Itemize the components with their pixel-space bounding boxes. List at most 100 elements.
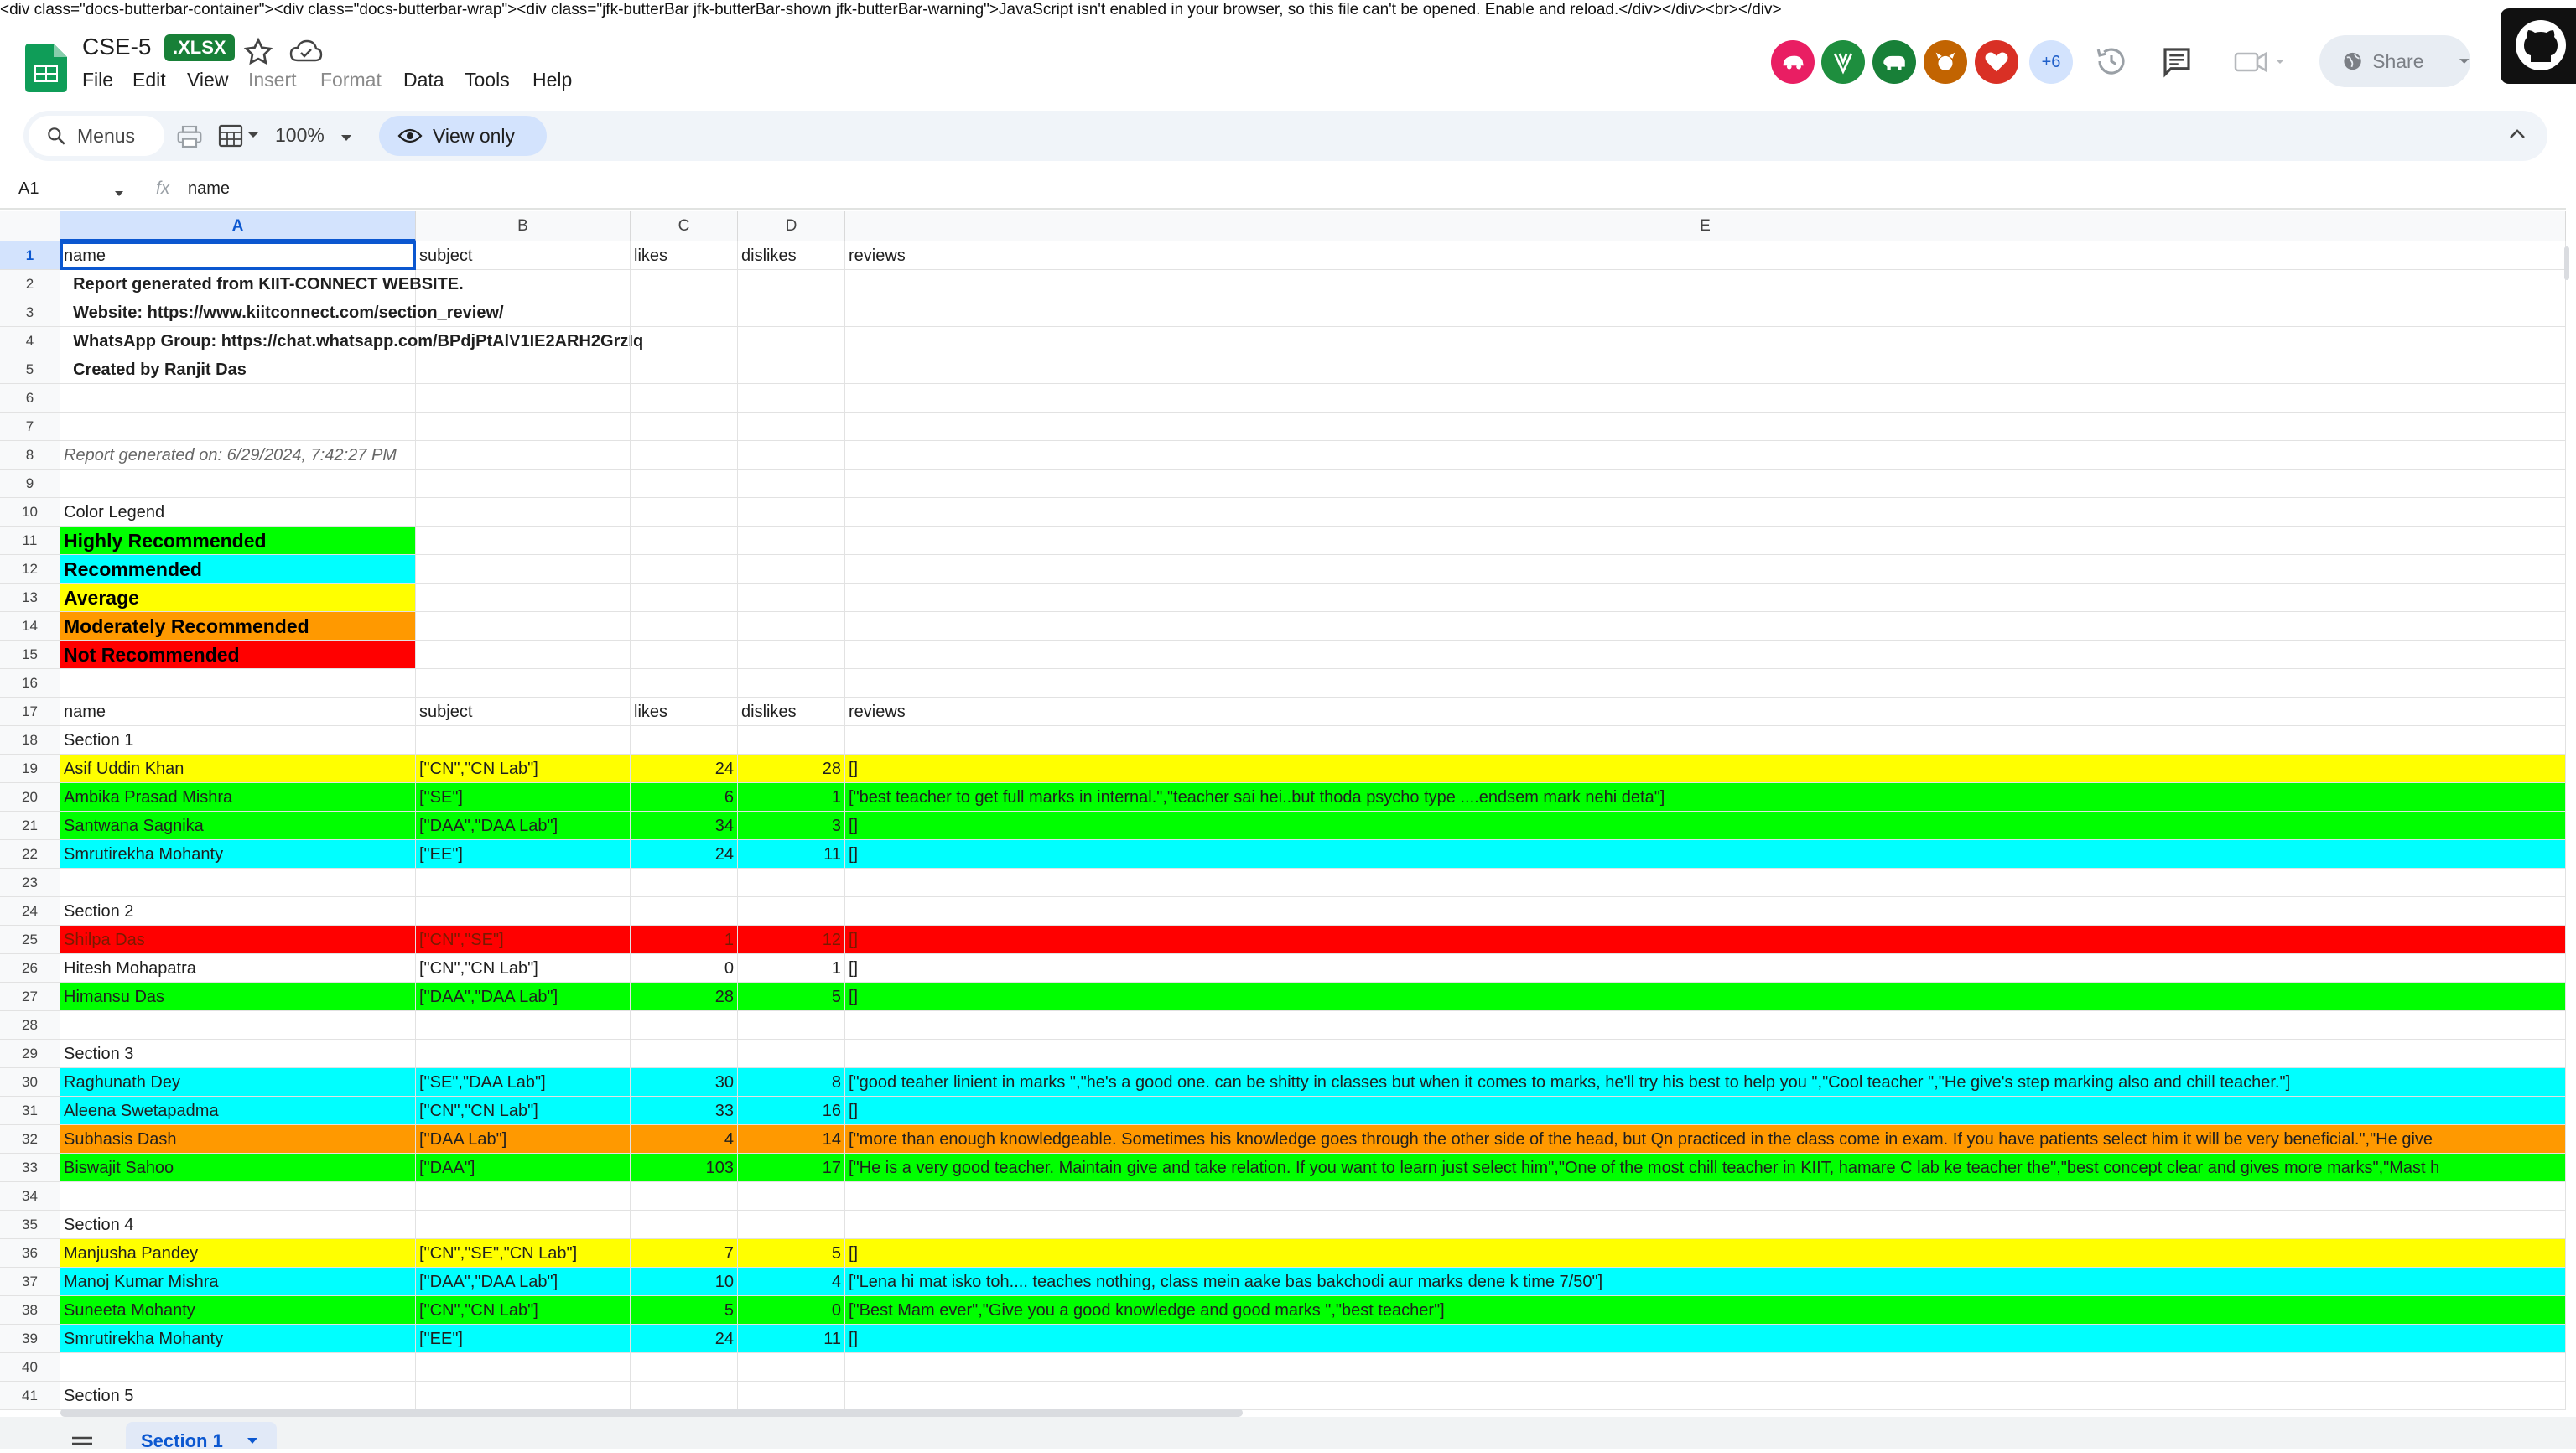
row-header[interactable]: 6 [0, 384, 60, 413]
cell-a[interactable]: Shilpa Das [60, 926, 416, 954]
cell-b[interactable] [416, 612, 631, 641]
cell-e[interactable]: ["Best Mam ever","Give you a good knowle… [845, 1296, 2566, 1325]
row-header[interactable]: 8 [0, 441, 60, 470]
row-header[interactable]: 3 [0, 298, 60, 327]
cell-b[interactable] [416, 1182, 631, 1211]
cell-e[interactable]: reviews [845, 698, 2566, 726]
cell-b[interactable]: ["DAA"] [416, 1154, 631, 1182]
cell-c[interactable] [631, 441, 738, 470]
name-box[interactable]: A1 [18, 179, 39, 199]
zoom-select[interactable]: 100% [275, 124, 325, 147]
cell-a[interactable] [60, 413, 416, 441]
column-header-c[interactable]: C [631, 211, 738, 241]
cell-e[interactable]: [] [845, 926, 2566, 954]
cell-d[interactable] [738, 498, 845, 527]
cell-d[interactable]: 5 [738, 983, 845, 1011]
cell-c[interactable] [631, 869, 738, 897]
cell-e[interactable] [845, 555, 2566, 584]
cell-d[interactable]: 14 [738, 1125, 845, 1154]
cell-d[interactable]: 1 [738, 783, 845, 812]
cell-a[interactable]: Subhasis Dash [60, 1125, 416, 1154]
cell-c[interactable]: 4 [631, 1125, 738, 1154]
cell-d[interactable]: 8 [738, 1068, 845, 1097]
cell-e[interactable]: ["more than enough knowledgeable. Someti… [845, 1125, 2566, 1154]
row-header[interactable]: 41 [0, 1382, 60, 1410]
more-collaborators-badge[interactable]: +6 [2029, 40, 2073, 84]
cell-e[interactable]: [] [845, 1239, 2566, 1268]
vertical-scrollbar[interactable] [2563, 243, 2571, 1409]
row-header[interactable]: 37 [0, 1268, 60, 1296]
cell-c[interactable] [631, 527, 738, 555]
cell-e[interactable]: ["best teacher to get full marks in inte… [845, 783, 2566, 812]
cell-a[interactable]: Ambika Prasad Mishra [60, 783, 416, 812]
row-header[interactable]: 21 [0, 812, 60, 840]
row-header[interactable]: 36 [0, 1239, 60, 1268]
cell-c[interactable] [631, 1353, 738, 1382]
collaborator-avatar[interactable] [1975, 40, 2018, 84]
share-button[interactable]: Share [2319, 35, 2470, 87]
cell-b[interactable] [416, 641, 631, 669]
row-header[interactable]: 4 [0, 327, 60, 355]
cell-b[interactable]: ["CN","CN Lab"] [416, 755, 631, 783]
cell-e[interactable] [845, 413, 2566, 441]
cell-e[interactable] [845, 897, 2566, 926]
collaborator-avatar[interactable] [1821, 40, 1865, 84]
cell-e[interactable] [845, 1353, 2566, 1382]
cell-a[interactable]: Highly Recommended [60, 527, 416, 555]
all-sheets-menu-icon[interactable] [70, 1435, 94, 1449]
cell-c[interactable]: 24 [631, 1325, 738, 1353]
cell-e[interactable] [845, 726, 2566, 755]
cell-e[interactable] [845, 869, 2566, 897]
row-header[interactable]: 5 [0, 355, 60, 384]
cell-c[interactable]: 28 [631, 983, 738, 1011]
cell-e[interactable] [845, 527, 2566, 555]
row-header[interactable]: 23 [0, 869, 60, 897]
cell-c[interactable] [631, 555, 738, 584]
cell-e[interactable] [845, 1182, 2566, 1211]
cell-d[interactable]: dislikes [738, 241, 845, 270]
sheet-tab-section-1[interactable]: Section 1 [126, 1422, 277, 1451]
cell-c[interactable] [631, 1382, 738, 1410]
cell-b[interactable] [416, 1011, 631, 1040]
row-header[interactable]: 35 [0, 1211, 60, 1239]
cell-d[interactable] [738, 327, 845, 355]
cell-a[interactable]: Section 2 [60, 897, 416, 926]
cell-a[interactable]: Manjusha Pandey [60, 1239, 416, 1268]
cell-b[interactable] [416, 298, 631, 327]
cell-e[interactable] [845, 298, 2566, 327]
cell-e[interactable]: ["good teaher linient in marks ","he's a… [845, 1068, 2566, 1097]
cell-c[interactable]: 24 [631, 755, 738, 783]
cell-b[interactable]: ["CN","CN Lab"] [416, 954, 631, 983]
row-header[interactable]: 24 [0, 897, 60, 926]
row-header[interactable]: 13 [0, 584, 60, 612]
menu-help[interactable]: Help [532, 69, 572, 91]
cell-a[interactable]: Aleena Swetapadma [60, 1097, 416, 1125]
cell-a[interactable]: Section 3 [60, 1040, 416, 1068]
row-header[interactable]: 11 [0, 527, 60, 555]
cell-c[interactable] [631, 355, 738, 384]
cell-a[interactable]: Suneeta Mohanty [60, 1296, 416, 1325]
cell-d[interactable] [738, 669, 845, 698]
cell-a[interactable]: Section 1 [60, 726, 416, 755]
cell-a[interactable]: Moderately Recommended [60, 612, 416, 641]
cell-e[interactable]: [] [845, 954, 2566, 983]
column-header-b[interactable]: B [416, 211, 631, 241]
cell-b[interactable]: ["CN","CN Lab"] [416, 1097, 631, 1125]
cell-d[interactable]: 3 [738, 812, 845, 840]
cell-a[interactable]: Website: https://www.kiitconnect.com/sec… [60, 298, 504, 327]
cell-d[interactable]: 11 [738, 1325, 845, 1353]
cell-b[interactable] [416, 726, 631, 755]
cell-a[interactable]: Section 5 [60, 1382, 416, 1410]
cell-b[interactable] [416, 584, 631, 612]
cell-b[interactable]: ["EE"] [416, 840, 631, 869]
cell-d[interactable] [738, 869, 845, 897]
cell-b[interactable]: ["DAA","DAA Lab"] [416, 812, 631, 840]
cell-a[interactable] [60, 384, 416, 413]
cell-b[interactable] [416, 869, 631, 897]
menu-file[interactable]: File [82, 69, 113, 91]
cell-a[interactable]: Created by Ranjit Das [60, 355, 416, 384]
cell-b[interactable] [416, 413, 631, 441]
cell-a[interactable] [60, 470, 416, 498]
cell-a[interactable]: Smrutirekha Mohanty [60, 840, 416, 869]
cell-c[interactable] [631, 498, 738, 527]
